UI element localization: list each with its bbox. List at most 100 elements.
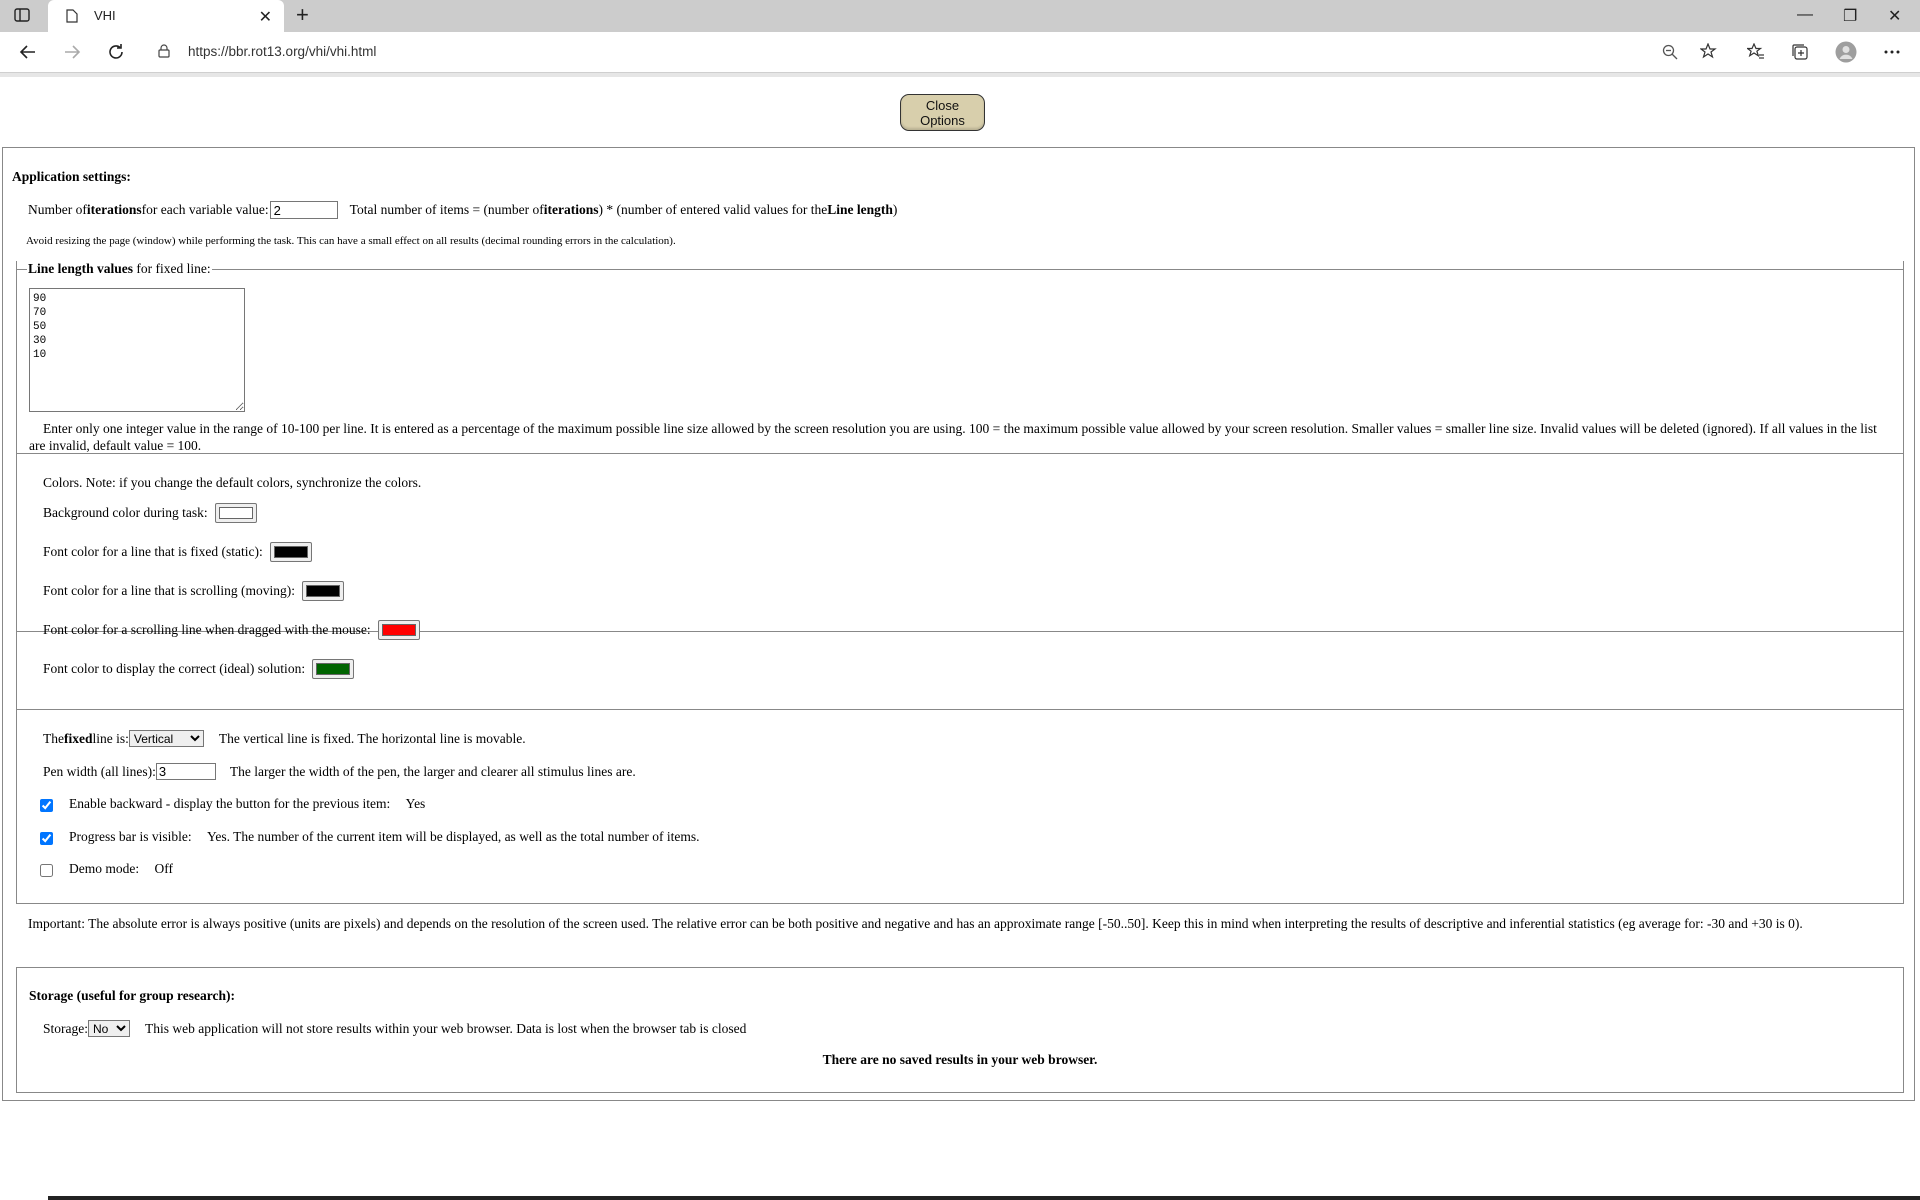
- section-divider: [16, 903, 1904, 904]
- fieldset-right-border: [1903, 261, 1904, 904]
- pen-width-row: Pen width (all lines): The larger the wi…: [43, 763, 636, 780]
- iterations-row: Number of iterations for each variable v…: [28, 201, 897, 219]
- lock-icon[interactable]: [158, 44, 170, 63]
- back-icon[interactable]: [16, 40, 40, 64]
- fixed-line-select[interactable]: Vertical: [128, 730, 204, 747]
- solution-color-picker[interactable]: [312, 659, 355, 679]
- fixed-color-row: Font color for a line that is fixed (sta…: [43, 542, 312, 562]
- zoom-icon[interactable]: [1662, 44, 1678, 65]
- backward-checkbox[interactable]: [40, 799, 53, 812]
- fixed-line-label-post: line is:: [92, 730, 129, 746]
- total-items-bold-1: iterations: [543, 202, 599, 217]
- line-length-legend-bold: Line length values: [28, 261, 134, 276]
- avoid-resizing-note: Avoid resizing the page (window) while p…: [26, 235, 676, 247]
- fixed-color-swatch: [273, 546, 308, 558]
- storage-fieldset: Storage (useful for group research): Sto…: [16, 967, 1904, 1093]
- storage-label: Storage:: [43, 1020, 88, 1036]
- browser-tab-bar: VHI ✕ + — ❐ ✕: [0, 0, 1920, 32]
- background-color-row: Background color during task:: [43, 503, 257, 523]
- scrolling-color-swatch: [305, 585, 340, 597]
- close-icon[interactable]: ✕: [259, 7, 272, 27]
- background-color-swatch: [218, 507, 253, 519]
- profile-icon[interactable]: [1834, 40, 1858, 64]
- dragged-color-swatch: [381, 624, 416, 636]
- storage-row: Storage: No This web application will no…: [43, 1020, 746, 1037]
- demo-value: Off: [154, 861, 174, 876]
- progress-row: Progress bar is visible: Yes. The number…: [69, 829, 700, 845]
- total-items-post: ): [892, 202, 898, 217]
- solution-color-row: Font color to display the correct (ideal…: [43, 659, 355, 679]
- storage-heading: Storage (useful for group research):: [29, 988, 235, 1003]
- demo-label-text: Demo mode:: [69, 861, 140, 876]
- favorite-add-icon[interactable]: [1697, 40, 1721, 64]
- demo-checkbox[interactable]: [40, 864, 53, 877]
- progress-checkbox[interactable]: [40, 832, 53, 845]
- storage-select[interactable]: No: [88, 1020, 130, 1037]
- no-saved-results-text: There are no saved results in your web b…: [822, 1052, 1098, 1067]
- backward-label: Enable backward - display the button for…: [69, 796, 391, 811]
- tab-title: VHI: [94, 8, 116, 23]
- dragged-color-label: Font color for a scrolling line when dra…: [43, 622, 371, 637]
- backward-row: Enable backward - display the button for…: [69, 796, 425, 812]
- app-settings-heading: Application settings:: [12, 169, 131, 184]
- favorites-icon[interactable]: [1744, 40, 1768, 64]
- pen-width-note: The larger the width of the pen, the lar…: [229, 763, 636, 779]
- fixed-line-label-bold: fixed: [64, 730, 93, 746]
- window-close-icon[interactable]: ✕: [1888, 6, 1901, 26]
- more-icon[interactable]: [1880, 40, 1904, 64]
- line-length-legend-rest: for fixed line:: [133, 261, 211, 276]
- fixed-line-label-pre: The: [43, 730, 64, 746]
- browser-nav-bar: https://bbr.rot13.org/vhi/vhi.html: [0, 32, 1920, 72]
- backward-value: Yes: [405, 796, 426, 811]
- scrolling-color-row: Font color for a line that is scrolling …: [43, 581, 344, 601]
- storage-note: This web application will not store resu…: [145, 1020, 747, 1036]
- refresh-icon[interactable]: [104, 40, 128, 64]
- total-items-pre: Total number of items = (number of: [349, 202, 544, 217]
- browser-tab[interactable]: VHI ✕: [48, 0, 284, 32]
- line-length-textarea[interactable]: [29, 288, 245, 412]
- line-length-fieldset: Line length values for fixed line: Enter…: [16, 261, 1904, 632]
- toolbar-divider: [0, 72, 1920, 77]
- pen-width-input[interactable]: [155, 763, 216, 780]
- fieldset-left-border: [16, 261, 17, 904]
- demo-row: Demo mode: Off: [69, 861, 173, 877]
- pen-width-label: Pen width (all lines):: [43, 763, 156, 779]
- important-note: Important: The absolute error is always …: [28, 916, 1803, 931]
- section-divider: [16, 453, 1904, 454]
- line-length-legend: Line length values for fixed line:: [27, 261, 212, 277]
- line-length-note: Enter only one integer value in the rang…: [29, 421, 1877, 453]
- taskbar-edge: [48, 1196, 1920, 1200]
- fixed-line-note: The vertical line is fixed. The horizont…: [218, 730, 526, 746]
- section-divider: [16, 709, 1904, 710]
- dragged-color-picker[interactable]: [377, 620, 420, 640]
- iterations-label-pre: Number of: [28, 202, 87, 217]
- fixed-line-row: The fixed line is: Vertical The vertical…: [43, 730, 526, 747]
- url-text[interactable]: https://bbr.rot13.org/vhi/vhi.html: [188, 44, 376, 59]
- fixed-color-picker[interactable]: [269, 542, 312, 562]
- dragged-color-row: Font color for a scrolling line when dra…: [43, 620, 420, 640]
- background-color-label: Background color during task:: [43, 505, 208, 520]
- collections-icon[interactable]: [1788, 40, 1812, 64]
- iterations-input[interactable]: [269, 201, 338, 219]
- page-icon: [66, 9, 78, 28]
- progress-value: Yes. The number of the current item will…: [207, 829, 700, 844]
- progress-label: Progress bar is visible:: [69, 829, 192, 844]
- forward-icon[interactable]: [60, 40, 84, 64]
- solution-color-swatch: [316, 663, 351, 675]
- colors-note: Colors. Note: if you change the default …: [43, 475, 422, 490]
- minimize-icon[interactable]: —: [1797, 6, 1813, 24]
- total-items-mid: ) * (number of entered valid values for …: [598, 202, 828, 217]
- iterations-label-post: for each variable value:: [141, 202, 269, 217]
- scrolling-color-picker[interactable]: [301, 581, 344, 601]
- iterations-label-bold: iterations: [86, 202, 142, 217]
- sidebar-icon[interactable]: [14, 8, 30, 22]
- total-items-bold-2: Line length: [827, 202, 893, 217]
- fixed-color-label: Font color for a line that is fixed (sta…: [43, 544, 263, 559]
- plus-icon[interactable]: +: [296, 4, 309, 26]
- address-bar[interactable]: https://bbr.rot13.org/vhi/vhi.html: [148, 36, 1708, 68]
- close-options-button[interactable]: Close Options: [900, 94, 985, 131]
- scrolling-color-label: Font color for a line that is scrolling …: [43, 583, 295, 598]
- restore-icon[interactable]: ❐: [1843, 6, 1857, 26]
- solution-color-label: Font color to display the correct (ideal…: [43, 661, 306, 676]
- background-color-picker[interactable]: [214, 503, 257, 523]
